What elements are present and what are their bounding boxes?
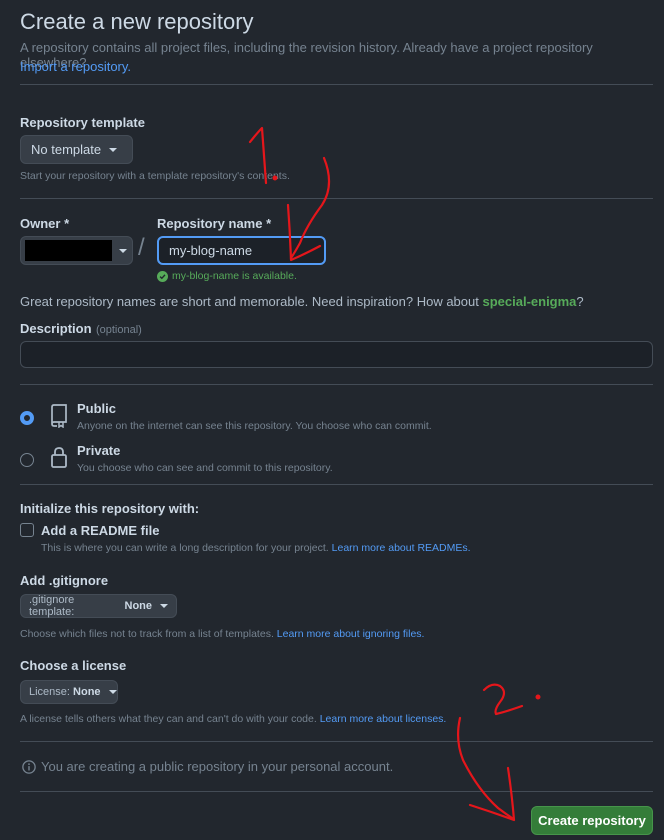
repo-name-label: Repository name * [157,216,272,231]
owner-label: Owner * [20,216,70,231]
template-label: Repository template [20,115,145,130]
availability-text: my-blog-name is available. [172,270,297,282]
owner-dropdown[interactable] [20,236,133,265]
optional-tag: (optional) [95,324,142,336]
private-desc: You choose who can see and commit to thi… [77,462,333,474]
license-desc-line: A license tells others what they can and… [20,713,446,725]
divider [20,484,653,485]
template-dropdown[interactable]: No template [20,135,133,164]
gitignore-learn-more-link[interactable]: Learn more about ignoring files. [277,628,425,640]
license-learn-more-link[interactable]: Learn more about licenses. [320,713,447,725]
repo-book-icon [51,404,67,428]
inspiration-end: ? [576,294,584,309]
license-dropdown[interactable]: License: None [20,680,118,704]
public-desc: Anyone on the internet can see this repo… [77,420,432,432]
chevron-down-icon [108,690,117,694]
lock-icon [51,447,67,468]
divider [20,384,653,385]
description-label-row: Description (optional) [20,320,142,338]
public-label: Public [77,401,117,416]
readme-label: Add a README file [41,523,160,538]
check-circle-icon [157,270,168,282]
annotation-arrowhead-2 [468,766,516,822]
availability-message: my-blog-name is available. [157,270,297,282]
readme-checkbox[interactable] [20,523,34,537]
chevron-down-icon [160,604,168,608]
info-icon [22,759,36,774]
import-repository-link[interactable]: Import a repository. [20,59,131,74]
public-notice: You are creating a public repository in … [22,759,393,774]
repo-name-value: my-blog-name [169,243,253,258]
divider [20,198,653,199]
divider [20,741,653,742]
gitignore-prefix: .gitignore template: [29,594,75,618]
owner-repo-separator: / [138,234,145,261]
license-desc: A license tells others what they can and… [20,713,317,725]
redacted-owner [25,240,112,261]
annotation-step-2-digit [482,683,524,716]
template-dropdown-label: No template [31,142,102,157]
divider [20,791,653,792]
description-input[interactable] [20,341,653,368]
inspiration-line: Great repository names are short and mem… [20,294,584,309]
gitignore-label: Add .gitignore [20,573,109,588]
page-title: Create a new repository [20,9,254,34]
readme-desc: This is where you can write a long descr… [41,542,329,554]
license-label: Choose a license [20,658,127,673]
divider [20,84,653,85]
license-value: None [73,686,101,698]
gitignore-dropdown[interactable]: .gitignore template: None [20,594,177,618]
private-label: Private [77,443,121,458]
annotation-step-2-dot [535,694,541,700]
gitignore-desc: Choose which files not to track from a l… [20,628,274,640]
chevron-down-icon [109,147,118,152]
annotation-arrow-2 [456,716,514,820]
name-suggestion-link[interactable]: special-enigma [482,294,576,309]
repo-name-input[interactable]: my-blog-name [157,236,326,265]
private-radio[interactable] [20,453,34,467]
template-note: Start your repository with a template re… [20,170,290,182]
init-heading: Initialize this repository with: [20,501,200,516]
readme-learn-more-link[interactable]: Learn more about READMEs. [332,542,471,554]
create-repository-button[interactable]: Create repository [531,806,653,835]
gitignore-value: None [124,600,153,612]
license-prefix: License: [29,686,70,698]
gitignore-desc-line: Choose which files not to track from a l… [20,628,424,640]
description-label: Description [20,321,92,336]
chevron-down-icon [119,248,127,253]
public-radio[interactable] [20,411,34,425]
public-notice-text: You are creating a public repository in … [41,759,394,774]
readme-desc-line: This is where you can write a long descr… [41,542,471,554]
inspiration-text: Great repository names are short and mem… [20,294,479,309]
